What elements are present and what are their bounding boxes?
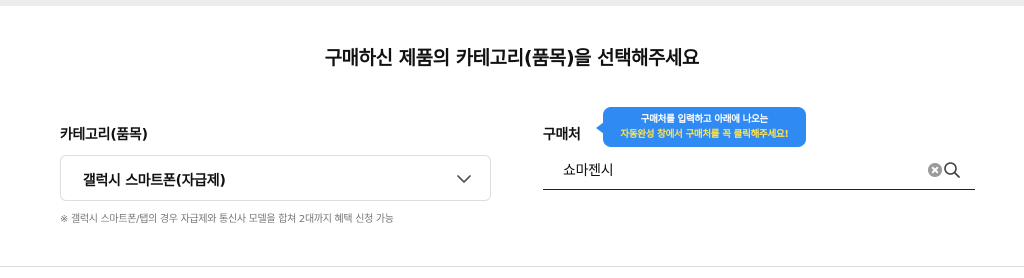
clear-icon[interactable]	[928, 163, 942, 177]
tooltip-line-1: 구매처를 입력하고 아래에 나오는	[640, 114, 769, 125]
category-selected-value: 갤럭시 스마트폰(자급제)	[83, 173, 226, 189]
page-title: 구매하신 제품의 카테고리(품목)을 선택해주세요	[324, 47, 700, 69]
bottom-divider	[0, 266, 1024, 267]
search-icon[interactable]	[943, 161, 961, 179]
shop-tooltip: 구매처를 입력하고 아래에 나오는 자동완성 창에서 구매처를 꼭 클릭해주세요…	[596, 107, 806, 147]
shop-field	[543, 152, 975, 190]
category-label: 카테고리(품목)	[60, 127, 148, 143]
top-divider	[0, 0, 1024, 6]
shop-input[interactable]	[563, 160, 923, 180]
chevron-down-icon	[457, 175, 471, 183]
category-note: ※ 갤럭시 스마트폰/탭의 경우 자급제와 통신사 모델을 합쳐 2대까지 혜택…	[60, 214, 394, 225]
tooltip-line-2: 자동완성 창에서 구매처를 꼭 클릭해주세요!	[620, 129, 789, 140]
category-select[interactable]: 갤럭시 스마트폰(자급제)	[60, 155, 491, 201]
shop-label: 구매처	[543, 127, 581, 143]
